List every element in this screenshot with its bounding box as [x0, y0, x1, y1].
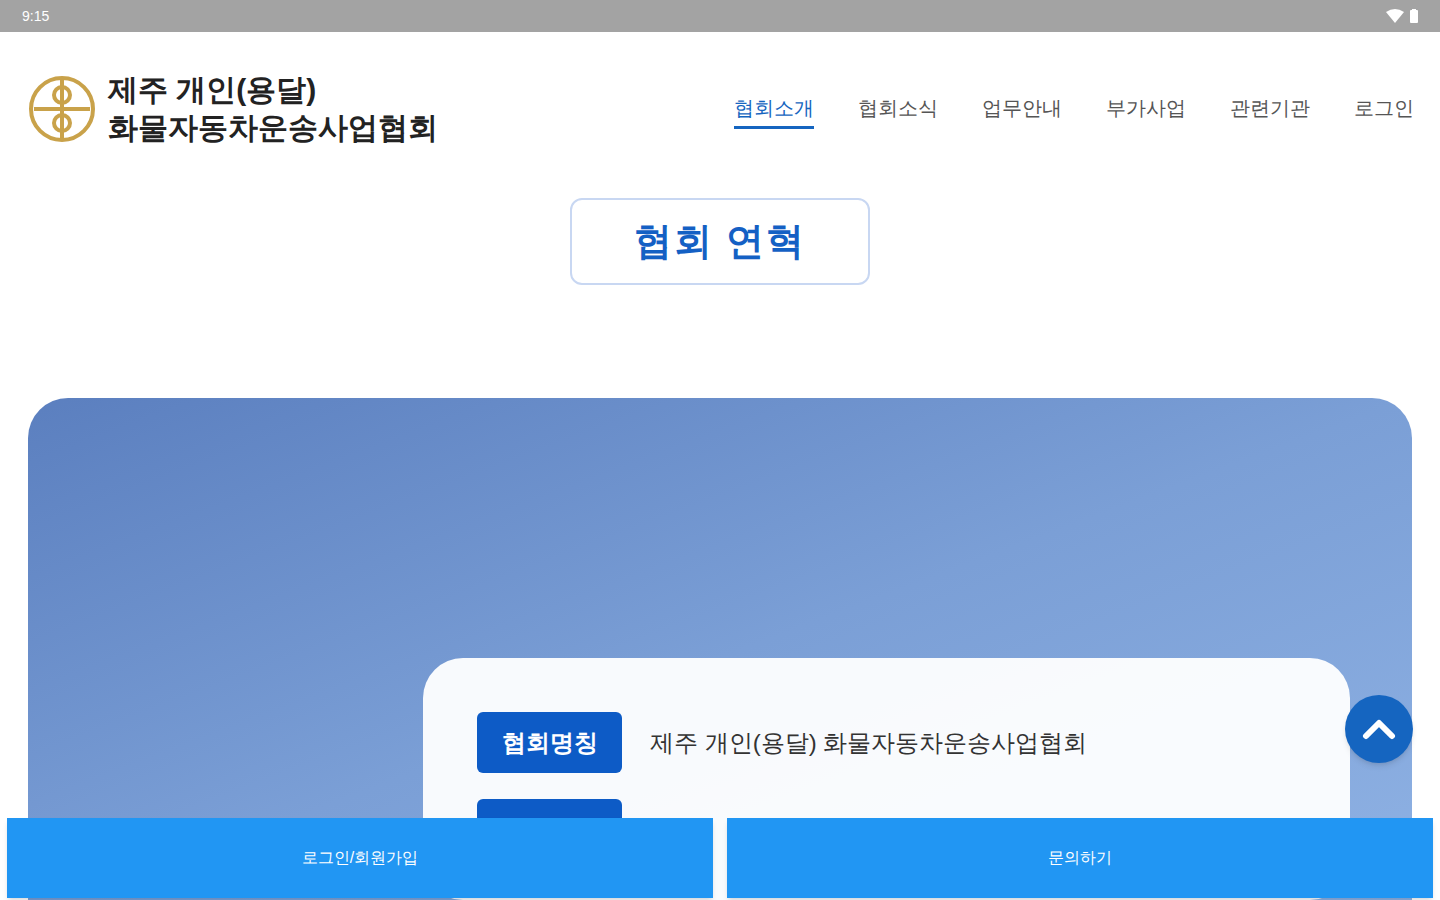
site-title-line: 화물자동차운송사업협회 — [108, 109, 438, 147]
nav-label: 업무안내 — [982, 94, 1062, 122]
nav-label: 로그인 — [1354, 94, 1414, 122]
nav-label: 협회소식 — [858, 94, 938, 122]
scroll-top-button[interactable] — [1345, 695, 1413, 763]
bottom-button-label[interactable]: 문의하기 — [1048, 846, 1112, 870]
bottom-button[interactable]: 로그인/회원가입 — [7, 818, 713, 898]
status-icons — [1386, 9, 1418, 23]
nav-underline — [1106, 126, 1186, 129]
bottom-button-label[interactable]: 로그인/회원가입 — [302, 846, 418, 870]
nav-item[interactable]: 협회소식 — [858, 88, 938, 129]
bottom-button[interactable]: 문의하기 — [727, 818, 1433, 898]
nav-item[interactable]: 업무안내 — [982, 88, 1062, 129]
nav-label: 부가사업 — [1106, 94, 1186, 122]
brand[interactable]: 제주 개인(용달)화물자동차운송사업협회 — [28, 71, 438, 147]
main-nav: 협회소개 협회소식 업무안내 부가사업 관련기관 로그인 — [734, 88, 1414, 129]
nav-underline — [1354, 126, 1414, 129]
logo-icon — [28, 75, 96, 143]
nav-underline — [858, 126, 938, 129]
site-title-line: 제주 개인(용달) — [108, 71, 438, 109]
site-title: 제주 개인(용달)화물자동차운송사업협회 — [108, 71, 438, 147]
bottom-bar: 로그인/회원가입 문의하기 — [0, 818, 1440, 900]
status-time: 9:15 — [22, 6, 49, 27]
info-label-badge: 협회명칭 — [477, 712, 622, 773]
nav-item[interactable]: 부가사업 — [1106, 88, 1186, 129]
page-title-box: 협회 연혁 — [570, 198, 870, 285]
page-title: 협회 연혁 — [634, 213, 807, 270]
nav-item[interactable]: 로그인 — [1354, 88, 1414, 129]
nav-underline — [982, 126, 1062, 129]
header: 제주 개인(용달)화물자동차운송사업협회 협회소개 협회소식 업무안내 부가사업 관련기관… — [0, 32, 1440, 175]
nav-item[interactable]: 협회소개 — [734, 88, 814, 129]
info-label: 협회명칭 — [502, 725, 598, 761]
info-row: 협회명칭 제주 개인(용달) 화물자동차운송사업협회 — [477, 712, 1296, 773]
wifi-icon — [1386, 9, 1404, 23]
battery-icon — [1410, 9, 1418, 23]
chevron-up-icon — [1362, 718, 1396, 740]
nav-label: 관련기관 — [1230, 94, 1310, 122]
status-bar: 9:15 — [0, 0, 1440, 32]
page-title-wrap: 협회 연혁 — [0, 198, 1440, 285]
nav-item[interactable]: 관련기관 — [1230, 88, 1310, 129]
nav-underline — [1230, 126, 1310, 129]
info-value: 제주 개인(용달) 화물자동차운송사업협회 — [650, 725, 1087, 761]
nav-underline — [734, 126, 814, 129]
nav-label: 협회소개 — [734, 94, 814, 122]
